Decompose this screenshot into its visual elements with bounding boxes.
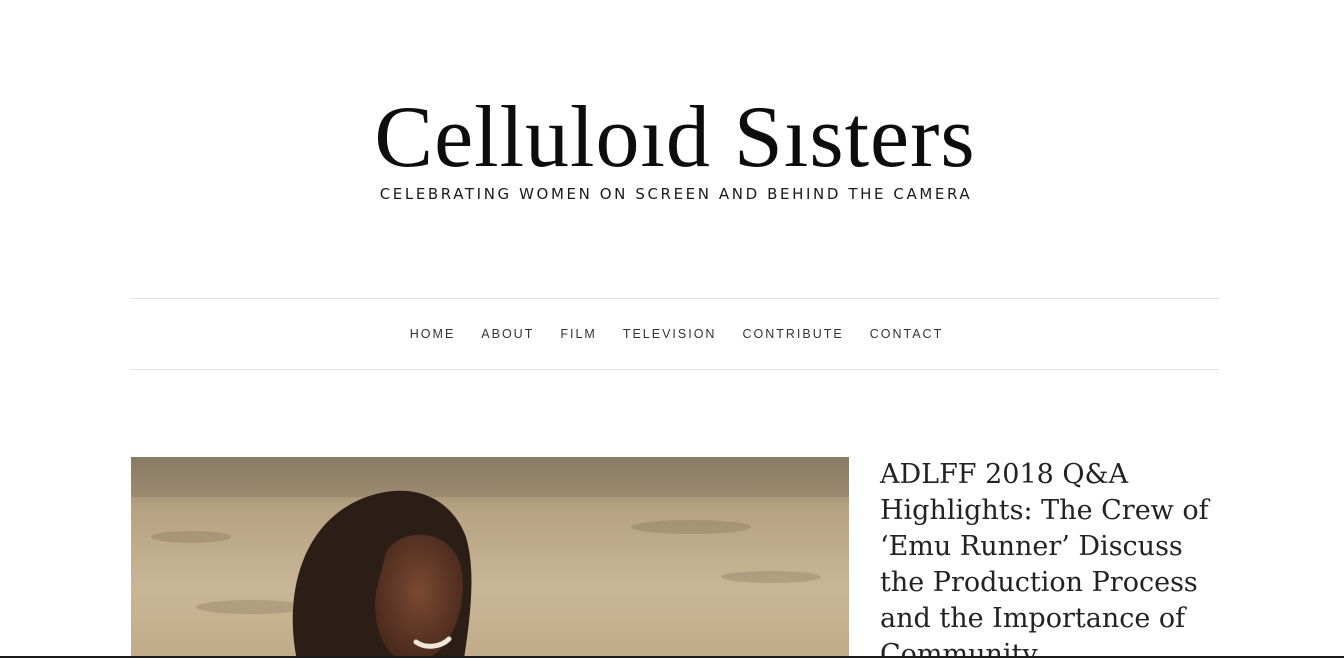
site-tagline: CELEBRATING WOMEN ON SCREEN AND BEHIND T… bbox=[379, 185, 973, 203]
featured-post-image[interactable] bbox=[131, 457, 849, 658]
site-title: Celluloıd Sısters bbox=[374, 89, 976, 186]
nav-item-home[interactable]: HOME bbox=[410, 327, 456, 341]
nav-item-contribute[interactable]: CONTRIBUTE bbox=[742, 327, 843, 341]
nav-item-about[interactable]: ABOUT bbox=[481, 327, 534, 341]
nav-item-film[interactable]: FILM bbox=[560, 327, 596, 341]
nav-item-television[interactable]: TELEVISION bbox=[623, 327, 717, 341]
featured-post: ADLFF 2018 Q&A Highlights: The Crew of ‘… bbox=[131, 457, 1219, 658]
page: Celluloıd Sısters CELEBRATING WOMEN ON S… bbox=[0, 0, 1344, 658]
main-navigation: HOME ABOUT FILM TELEVISION CONTRIBUTE CO… bbox=[130, 298, 1219, 370]
photo-girl-outback-icon bbox=[131, 457, 849, 658]
nav-item-contact[interactable]: CONTACT bbox=[870, 327, 944, 341]
featured-post-title[interactable]: ADLFF 2018 Q&A Highlights: The Crew of ‘… bbox=[880, 457, 1220, 658]
nav-list: HOME ABOUT FILM TELEVISION CONTRIBUTE CO… bbox=[130, 299, 1219, 369]
